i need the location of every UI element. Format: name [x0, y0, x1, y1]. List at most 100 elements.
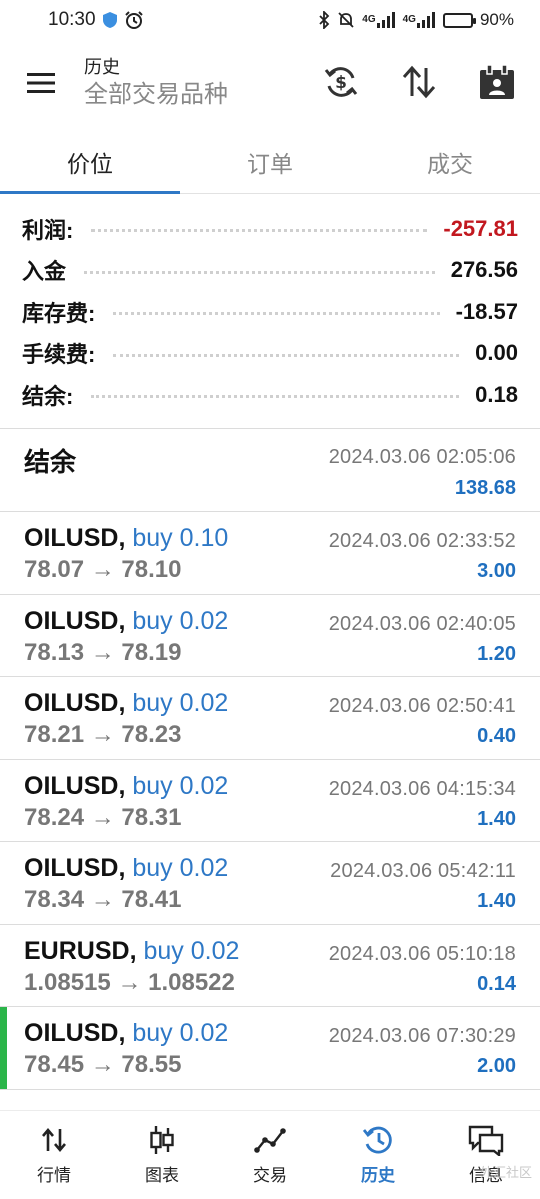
close-price: 78.31 — [121, 803, 182, 831]
nav-label: 交易 — [253, 1165, 287, 1185]
nav-quotes[interactable]: 行情 — [0, 1111, 108, 1199]
trade-side: buy 0.02 — [132, 1019, 229, 1047]
currency-refresh-icon: $ — [324, 67, 358, 97]
mute-icon — [337, 11, 355, 29]
trade-row[interactable]: OILUSD, buy 0.02 78.21 → 78.23 2024.03.0… — [0, 677, 540, 760]
nav-label: 图表 — [145, 1165, 179, 1185]
watermark-text: 外汇社区 — [479, 1165, 532, 1180]
trade-symbol: OILUSD, — [24, 771, 126, 800]
summary-row-balance: 结余: 0.18 — [0, 374, 540, 416]
summary-label: 手续费: — [22, 342, 96, 368]
deposit-value: 276.56 — [450, 257, 518, 283]
close-price: 78.19 — [121, 638, 182, 666]
row-profit: 3.00 — [477, 560, 516, 582]
close-price: 78.55 — [121, 1051, 182, 1078]
bluetooth-icon — [318, 11, 330, 29]
nav-history[interactable]: 历史 — [324, 1111, 432, 1199]
open-price: 78.07 — [24, 556, 85, 583]
trade-symbol: OILUSD, — [24, 689, 126, 717]
balance-operation-row[interactable]: 结余 2024.03.06 02:05:06 138.68 — [0, 430, 540, 512]
summary-label: 利润: — [22, 217, 74, 243]
dotted-leader — [84, 270, 435, 274]
history-list: 结余 2024.03.06 02:05:06 138.68 OILUSD, bu… — [0, 430, 540, 1090]
menu-button[interactable] — [0, 40, 84, 126]
shield-icon — [102, 11, 118, 29]
profit-value: -257.81 — [443, 215, 518, 241]
trade-symbol: OILUSD, — [24, 854, 126, 882]
hamburger-icon — [27, 73, 55, 93]
trade-row[interactable]: EURUSD, buy 0.02 1.08515 → 1.08522 2024.… — [0, 925, 540, 1007]
history-tabs: 价位 订单 成交 — [0, 130, 540, 194]
row-time: 2024.03.06 02:33:52 — [328, 530, 516, 552]
row-profit: 1.40 — [477, 807, 516, 830]
alarm-icon — [124, 10, 144, 30]
trade-side: buy 0.02 — [132, 854, 229, 882]
summary-label: 结余: — [22, 383, 74, 409]
tab-orders[interactable]: 订单 — [180, 130, 360, 193]
commission-value: 0.00 — [475, 340, 518, 366]
signal-icon-1: 4G — [362, 12, 395, 28]
summary-label: 库存费: — [22, 300, 96, 326]
row-amount: 138.68 — [454, 477, 516, 499]
balance-title: 结余 — [24, 447, 77, 477]
status-time: 10:30 — [48, 9, 96, 30]
trade-icon — [254, 1125, 286, 1155]
summary-row-profit: 利润: -257.81 — [0, 208, 540, 250]
trade-side: buy 0.02 — [143, 936, 240, 965]
summary-row-swap: 库存费: -18.57 — [0, 291, 540, 333]
nav-messages[interactable]: 信息 — [432, 1111, 540, 1199]
row-time: 2024.03.06 02:50:41 — [328, 695, 516, 717]
trade-row[interactable]: OILUSD, buy 0.10 78.07 → 78.10 2024.03.0… — [0, 512, 540, 595]
symbol-filter[interactable]: 全部交易品种 — [84, 79, 228, 111]
arrow-icon: → — [90, 721, 115, 748]
tab-deals[interactable]: 成交 — [360, 130, 540, 193]
page-title: 历史 — [84, 57, 120, 77]
trade-side: buy 0.10 — [132, 524, 229, 552]
summary-row-deposit: 入金 276.56 — [0, 250, 540, 292]
row-time: 2024.03.06 04:15:34 — [328, 777, 516, 800]
battery-icon — [442, 12, 476, 28]
arrow-icon: → — [90, 1051, 115, 1078]
nav-trade[interactable]: 交易 — [216, 1111, 324, 1199]
close-price: 1.08522 — [148, 968, 235, 996]
arrow-icon: → — [90, 803, 115, 831]
trade-row-selected[interactable]: OILUSD, buy 0.02 78.45 → 78.55 2024.03.0… — [0, 1007, 540, 1090]
calendar-button[interactable] — [466, 56, 528, 108]
signal-icon-2: 4G — [403, 12, 436, 28]
trade-symbol: OILUSD, — [24, 606, 126, 635]
arrow-icon: → — [117, 968, 142, 996]
open-price: 78.13 — [24, 638, 85, 666]
summary-panel: 利润: -257.81 入金 276.56 库存费: -18.57 手续费: 0… — [0, 208, 540, 416]
summary-label: 入金 — [22, 259, 67, 285]
battery-percent: 90% — [479, 10, 514, 29]
nav-label: 历史 — [361, 1165, 395, 1185]
row-time: 2024.03.06 02:40:05 — [328, 612, 516, 635]
row-time: 2024.03.06 02:05:06 — [328, 446, 516, 468]
balance-value: 0.18 — [475, 381, 518, 407]
row-time: 2024.03.06 07:30:29 — [328, 1025, 516, 1047]
row-profit: 0.14 — [477, 972, 516, 995]
refresh-currency-button[interactable]: $ — [310, 56, 372, 108]
divider — [0, 428, 540, 429]
close-price: 78.41 — [121, 886, 182, 913]
open-price: 78.45 — [24, 1051, 85, 1078]
trade-symbol: EURUSD, — [24, 936, 137, 965]
dotted-leader — [91, 229, 428, 233]
row-profit: 1.20 — [477, 642, 516, 665]
nav-chart[interactable]: 图表 — [108, 1111, 216, 1199]
svg-text:$: $ — [335, 73, 347, 93]
row-profit: 1.40 — [477, 890, 516, 912]
dotted-leader — [113, 353, 460, 357]
trade-side: buy 0.02 — [132, 771, 229, 800]
sort-icon — [402, 65, 436, 99]
open-price: 1.08515 — [24, 968, 111, 996]
trade-row[interactable]: OILUSD, buy 0.02 78.24 → 78.31 2024.03.0… — [0, 760, 540, 842]
trade-row[interactable]: OILUSD, buy 0.02 78.13 → 78.19 2024.03.0… — [0, 595, 540, 677]
trade-row[interactable]: OILUSD, buy 0.02 78.34 → 78.41 2024.03.0… — [0, 842, 540, 925]
nav-label: 行情 — [37, 1165, 71, 1185]
calendar-icon — [480, 64, 514, 99]
trade-side: buy 0.02 — [132, 606, 229, 635]
sort-button[interactable] — [388, 56, 450, 108]
arrow-icon: → — [90, 886, 115, 913]
tab-positions[interactable]: 价位 — [0, 130, 180, 194]
